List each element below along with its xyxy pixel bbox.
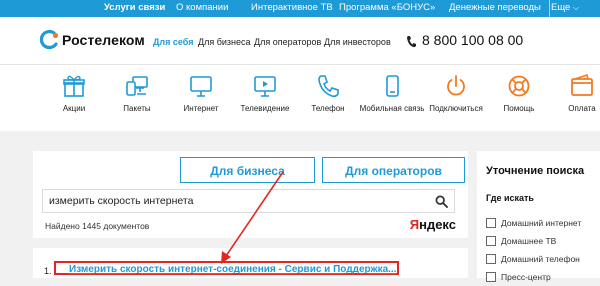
service-label: Телефон — [311, 104, 345, 113]
service-label: Телевидение — [240, 104, 290, 113]
results-count: Найдено 1445 документов — [45, 221, 150, 231]
packages-icon — [126, 76, 148, 96]
result-link[interactable]: Измерить скорость интернет-соединения - … — [69, 264, 397, 275]
lifebuoy-icon — [508, 75, 530, 97]
topnav-item-services[interactable]: Услуги связи — [104, 0, 165, 17]
search-result-list: 1. Измерить скорость интернет-соединения… — [33, 248, 468, 278]
filter-home-internet[interactable]: Домашний интернет — [486, 214, 582, 228]
filter-press-center[interactable]: Пресс-центр — [486, 268, 551, 282]
tab-business[interactable]: Для бизнеса — [180, 157, 315, 183]
handset-icon — [407, 36, 416, 48]
service-label: Помощь — [503, 104, 535, 113]
service-label: Подключиться — [429, 104, 483, 113]
sidebar-title: Уточнение поиска — [486, 165, 585, 177]
checkbox[interactable] — [486, 271, 496, 282]
service-label: Оплата — [568, 104, 596, 113]
service-help[interactable]: Помощь — [484, 73, 554, 113]
service-payment[interactable]: Оплата — [547, 73, 600, 113]
service-internet[interactable]: Интернет — [166, 73, 236, 113]
yandex-logo-initial: Я — [409, 217, 420, 232]
service-label: Мобильная связь — [359, 104, 425, 113]
yandex-logo: Яндекс — [410, 217, 456, 232]
logo-icon[interactable] — [40, 29, 60, 51]
service-label: Акции — [62, 104, 86, 113]
monitor-icon — [190, 76, 212, 97]
filter-home-tv[interactable]: Домашнее ТВ — [486, 232, 557, 246]
services-icon-band: Акции Пакеты Интернет Телевидение Телефо… — [0, 65, 600, 131]
topnav-item-bonus[interactable]: Программа «БОНУС» — [339, 0, 435, 17]
filter-label: Домашний интернет — [501, 217, 582, 228]
sidebar-subtitle: Где искать — [486, 193, 534, 203]
more-label: Еще — [551, 2, 571, 13]
mobile-icon — [386, 75, 399, 97]
search-icon[interactable] — [435, 195, 448, 208]
checkbox[interactable] — [486, 253, 496, 264]
hotline-phone[interactable]: 8 800 100 08 00 — [422, 32, 523, 48]
search-panel: Для бизнеса Для операторов Найдено 1445 … — [33, 151, 468, 238]
filter-label: Пресс-центр — [501, 271, 551, 282]
header: Ростелеком Для себя Для бизнеса Для опер… — [0, 17, 600, 65]
filter-label: Домашний телефон — [501, 253, 580, 264]
service-packages[interactable]: Пакеты — [102, 73, 172, 113]
service-television[interactable]: Телевидение — [230, 73, 300, 113]
service-connect[interactable]: Подключиться — [421, 73, 491, 113]
topnav-item-about[interactable]: О компании — [176, 0, 228, 17]
service-label: Интернет — [183, 104, 219, 113]
search-input[interactable] — [49, 193, 419, 209]
topnav-item-money-transfer[interactable]: Денежные переводы — [449, 0, 550, 17]
refine-search-sidebar: Уточнение поиска Где искать Домашний инт… — [477, 151, 600, 282]
segment-investors[interactable]: Для инвесторов — [324, 37, 391, 47]
service-promotions[interactable]: Акции — [39, 73, 109, 113]
result-number: 1. — [44, 266, 52, 276]
phone-icon — [318, 75, 339, 98]
service-label: Пакеты — [123, 104, 151, 113]
checkbox[interactable] — [486, 217, 496, 228]
yandex-logo-rest: ндекс — [419, 217, 456, 232]
filter-label: Домашнее ТВ — [501, 235, 557, 246]
service-mobile[interactable]: Мобильная связь — [357, 73, 427, 113]
search-field — [42, 189, 455, 213]
tv-play-icon — [254, 76, 276, 97]
segment-operators[interactable]: Для операторов — [254, 37, 321, 47]
topnav-item-more[interactable]: Еще ⌵ — [551, 0, 579, 17]
service-telephone[interactable]: Телефон — [293, 73, 363, 113]
checkbox[interactable] — [486, 235, 496, 246]
filter-home-phone[interactable]: Домашний телефон — [486, 250, 580, 264]
power-icon — [447, 75, 465, 96]
logo-text[interactable]: Ростелеком — [62, 32, 145, 48]
wallet-icon — [571, 73, 593, 96]
chevron-down-icon: ⌵ — [572, 3, 580, 12]
tab-operators[interactable]: Для операторов — [322, 157, 465, 183]
segment-business[interactable]: Для бизнеса — [198, 37, 251, 47]
topnav-item-interactive-tv[interactable]: Интерактивное ТВ — [251, 0, 333, 17]
segment-personal[interactable]: Для себя — [153, 37, 193, 47]
top-nav: Услуги связи О компании Интерактивное ТВ… — [0, 0, 600, 17]
gift-icon — [63, 75, 85, 97]
